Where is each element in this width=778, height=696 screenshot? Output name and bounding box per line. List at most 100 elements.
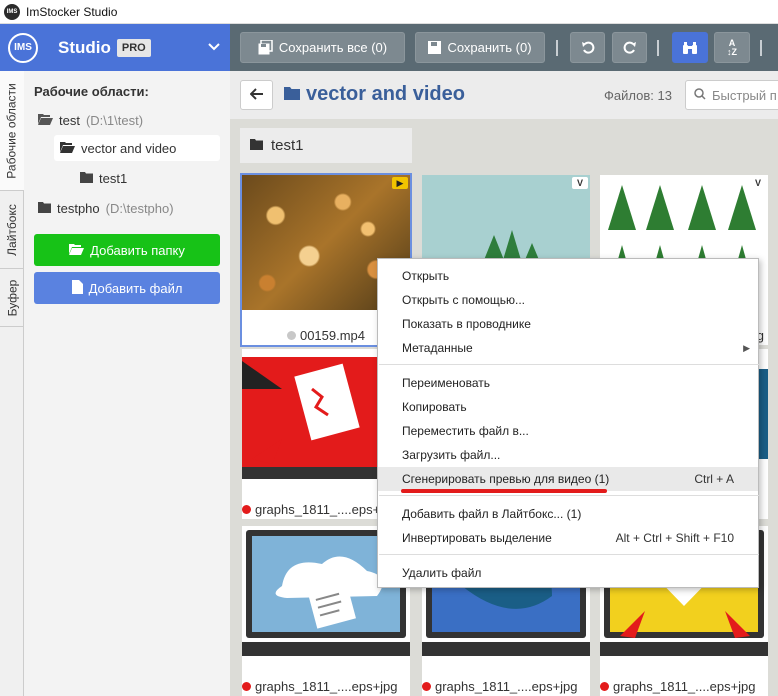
save-button[interactable]: Сохранить (0) [415, 32, 545, 63]
add-file-button[interactable]: Добавить файл [34, 272, 220, 304]
tab-buffer[interactable]: Буфер [0, 269, 24, 327]
menu-item-delete-file[interactable]: Удалить файл [378, 561, 758, 585]
file-name: graphs_1811_....eps+jpg [435, 679, 578, 694]
folder-open-icon [69, 243, 85, 258]
add-folder-button[interactable]: Добавить папку [34, 234, 220, 266]
redo-icon [623, 41, 637, 55]
context-menu: Открыть Открыть с помощью... Показать в … [377, 258, 759, 588]
video-camera-icon: ▶ [392, 177, 408, 189]
menu-item-add-to-lightbox[interactable]: Добавить файл в Лайтбокс... (1) [378, 502, 758, 526]
find-button[interactable] [672, 32, 708, 63]
menu-item-label: Удалить файл [402, 566, 482, 580]
menu-item-label: Открыть с помощью... [402, 293, 526, 307]
file-name: graphs_1811_....eps+jpg [613, 679, 756, 694]
menu-item-open[interactable]: Открыть [378, 264, 758, 288]
subfolder-label: test1 [271, 137, 304, 154]
menu-item-label: Сгенерировать превью для видео (1) [402, 472, 610, 486]
menu-item-metadata[interactable]: Метаданные ▶ [378, 336, 758, 360]
status-dot [242, 505, 251, 515]
tree-item-test1[interactable]: test1 [80, 165, 127, 191]
save-all-label: Сохранить все (0) [278, 40, 388, 55]
toolbar-divider [657, 40, 659, 56]
chevron-down-icon [208, 38, 220, 54]
menu-item-label: Переименовать [402, 376, 490, 390]
highlight-underline [401, 489, 607, 493]
menu-item-label: Открыть [402, 269, 450, 283]
toolbar-divider [556, 40, 558, 56]
menu-item-invert-selection[interactable]: Инвертировать выделение Alt + Ctrl + Shif… [378, 526, 758, 550]
menu-item-shortcut: Ctrl + A [694, 472, 734, 486]
folder-open-icon [38, 113, 53, 128]
menu-item-label: Инвертировать выделение [402, 531, 552, 545]
menu-item-label: Загрузить файл... [402, 448, 501, 462]
save-all-button[interactable]: Сохранить все (0) [240, 32, 405, 63]
file-count: Файлов: 13 [604, 88, 672, 103]
undo-button[interactable] [570, 32, 605, 63]
tree-item-label: test1 [99, 170, 128, 186]
tab-workspaces-label: Рабочие области [5, 82, 20, 179]
search-icon [694, 87, 706, 103]
folder-icon [38, 201, 51, 216]
tree-item-test[interactable]: test (D:\1\test) [38, 107, 143, 133]
menu-item-move[interactable]: Переместить файл в... [378, 419, 758, 443]
file-name: graphs_1811_....eps+jpg [255, 679, 398, 694]
browser-header: vector and video Файлов: 13 Быстрый п [230, 71, 778, 119]
subfolder-tile[interactable]: test1 [240, 128, 412, 163]
menu-item-rename[interactable]: Переименовать [378, 371, 758, 395]
file-card-label: graphs_1811_....eps+jpg [242, 679, 410, 694]
back-button[interactable] [240, 80, 273, 110]
tab-workspaces[interactable]: Рабочие области [0, 71, 24, 191]
add-file-label: Добавить файл [88, 280, 183, 296]
vector-icon: V [750, 177, 766, 189]
add-folder-label: Добавить папку [90, 242, 185, 258]
status-dot [242, 682, 251, 692]
menu-item-label: Показать в проводнике [402, 317, 531, 331]
menu-item-label: Метаданные [402, 341, 473, 355]
tab-lightbox-label: Лайтбокс [5, 203, 19, 256]
folder-icon [250, 137, 263, 154]
menu-item-label: Копировать [402, 400, 467, 414]
redo-button[interactable] [612, 32, 647, 63]
sort-az-icon: A ↕Z [727, 37, 737, 57]
menu-item-open-with[interactable]: Открыть с помощью... [378, 288, 758, 312]
quick-search-input[interactable]: Быстрый п [685, 80, 778, 110]
file-name: 00159.mp4 [299, 328, 366, 343]
folder-icon [284, 83, 300, 106]
binoculars-icon [682, 41, 698, 55]
toolbar-divider [760, 40, 762, 56]
menu-item-copy[interactable]: Копировать [378, 395, 758, 419]
menu-item-generate-video-preview[interactable]: Сгенерировать превью для видео (1) Ctrl +… [378, 467, 758, 491]
submenu-arrow-icon: ▶ [743, 342, 750, 353]
workspaces-panel: Рабочие области: test (D:\1\test) vector… [24, 71, 230, 696]
vertical-tabs: Рабочие области Лайтбокс Буфер [0, 71, 24, 696]
tree-item-label: testpho [57, 200, 100, 216]
title-bar: IMS ImStocker Studio [0, 0, 778, 24]
save-icon [428, 41, 442, 54]
folder-open-icon [60, 141, 75, 156]
menu-item-label: Переместить файл в... [402, 424, 529, 438]
app-icon: IMS [4, 3, 20, 20]
folder-icon [80, 171, 93, 186]
undo-icon [581, 41, 595, 55]
brand-menu[interactable]: IMS Studio PRO [0, 24, 230, 71]
save-all-icon [258, 40, 273, 55]
file-card-label: graphs_1811_....eps+jpg [600, 679, 768, 694]
menu-item-upload[interactable]: Загрузить файл... [378, 443, 758, 467]
menu-divider [379, 364, 759, 365]
menu-divider [379, 495, 759, 496]
brand-name: Studio [58, 37, 111, 57]
tree-item-path: (D:\1\test) [85, 112, 144, 128]
tree-item-path: (D:\testpho) [105, 200, 174, 216]
file-icon [71, 279, 83, 297]
status-dot [422, 682, 431, 692]
menu-item-show-in-explorer[interactable]: Показать в проводнике [378, 312, 758, 336]
tree-item-label: vector and video [81, 140, 177, 156]
tree-item-vector-and-video[interactable]: vector and video [54, 135, 220, 161]
menu-divider [379, 554, 759, 555]
sort-button[interactable]: A ↕Z [714, 32, 750, 63]
tab-lightbox[interactable]: Лайтбокс [0, 191, 24, 269]
breadcrumb-label: vector and video [306, 83, 465, 105]
tree-item-testpho[interactable]: testpho (D:\testpho) [38, 195, 174, 221]
search-placeholder: Быстрый п [712, 87, 777, 103]
pro-badge: PRO [116, 38, 151, 57]
